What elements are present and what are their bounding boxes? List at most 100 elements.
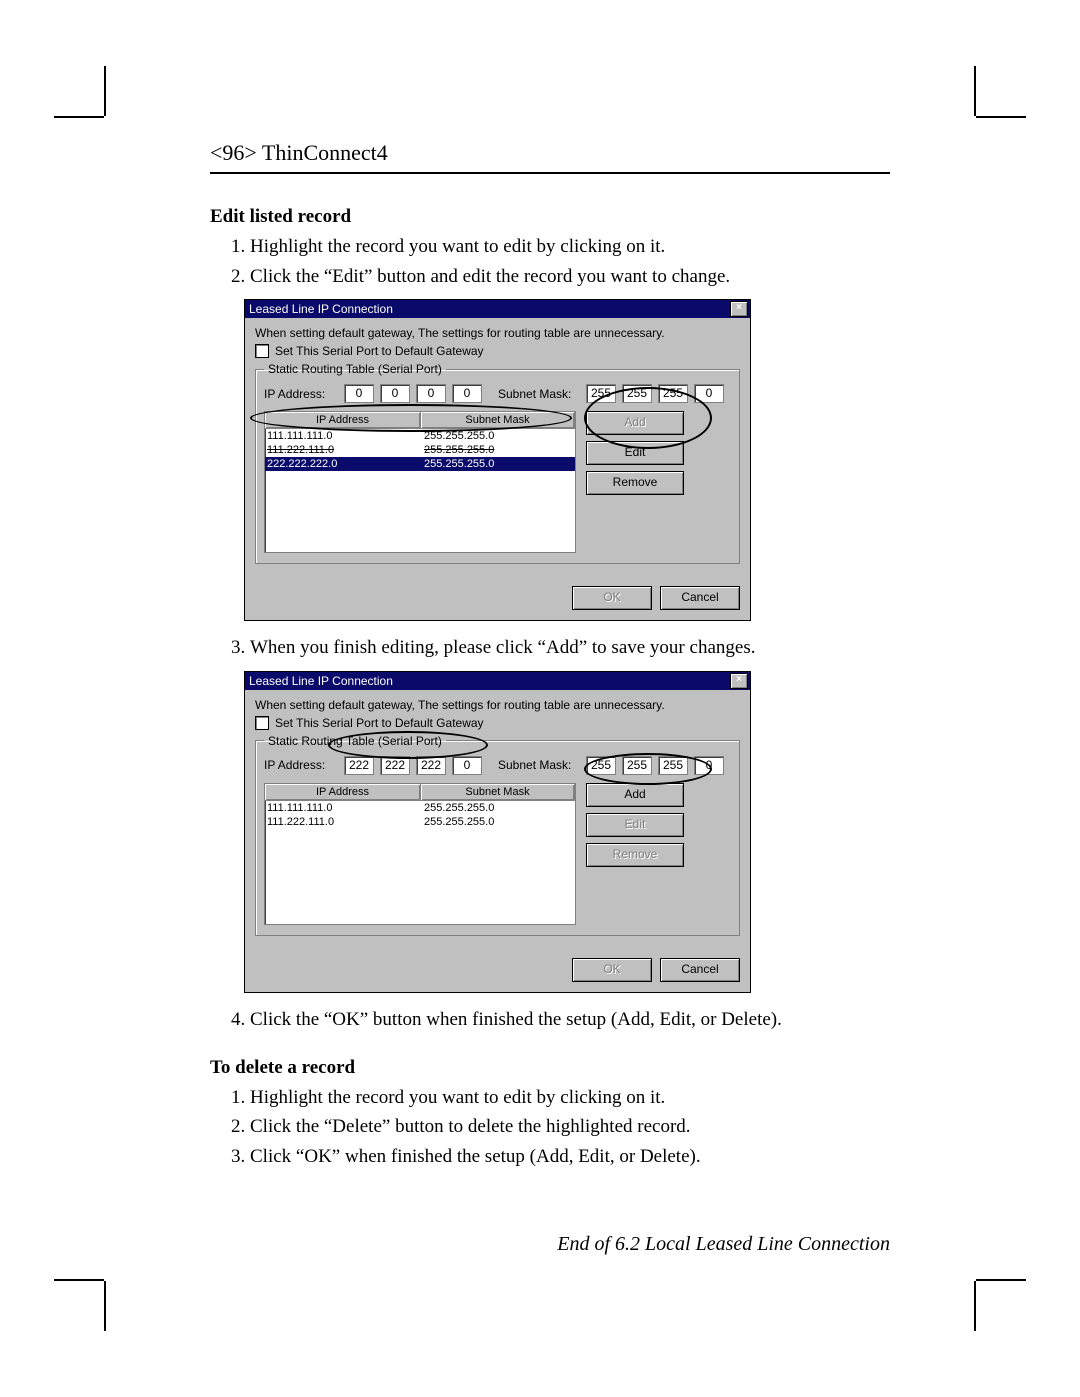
checkbox-label: Set This Serial Port to Default Gateway <box>275 344 484 358</box>
dialog-leased-line-2: Leased Line IP Connection × When setting… <box>244 671 751 993</box>
dialog-footer: OK Cancel <box>245 580 750 620</box>
fieldset-legend: Static Routing Table (Serial Port) <box>264 734 446 748</box>
cancel-button[interactable]: Cancel <box>660 586 740 610</box>
ip-octet-3[interactable]: 0 <box>416 384 446 403</box>
table-row[interactable]: 111.111.111.0 255.255.255.0 <box>265 801 575 815</box>
edit-button[interactable]: Edit <box>586 813 684 837</box>
routing-table-list[interactable]: IP Address Subnet Mask 111.111.111.0 255… <box>264 783 576 925</box>
cell-mask: 255.255.255.0 <box>422 443 575 457</box>
crop-mark <box>976 1279 1026 1281</box>
crop-mark <box>104 66 106 116</box>
screenshot-1: Leased Line IP Connection × When setting… <box>244 299 890 621</box>
ip-octet-3[interactable]: 222 <box>416 756 446 775</box>
dialog-leased-line-1: Leased Line IP Connection × When setting… <box>244 299 751 621</box>
crop-mark <box>104 1281 106 1331</box>
remove-button[interactable]: Remove <box>586 471 684 495</box>
col-mask: Subnet Mask <box>421 412 575 428</box>
checkbox-icon[interactable] <box>255 344 269 358</box>
section-edit-title: Edit listed record <box>210 206 890 228</box>
end-note: End of 6.2 Local Leased Line Connection <box>210 1233 890 1256</box>
cell-ip: 111.111.111.0 <box>265 801 422 815</box>
cell-ip: 222.222.222.0 <box>265 457 422 471</box>
ip-octet-4[interactable]: 0 <box>452 384 482 403</box>
table-row[interactable]: 111.222.111.0 255.255.255.0 <box>265 443 575 457</box>
delete-steps: Highlight the record you want to edit by… <box>210 1085 890 1170</box>
mask-octet-2[interactable]: 255 <box>622 756 652 775</box>
dialog-body: When setting default gateway, The settin… <box>245 690 750 952</box>
cell-mask: 255.255.255.0 <box>422 815 575 829</box>
crop-mark <box>976 116 1026 118</box>
cell-mask: 255.255.255.0 <box>422 801 575 815</box>
crop-mark <box>974 1281 976 1331</box>
list-buttons: Add Edit Remove <box>586 783 684 867</box>
ip-octet-2[interactable]: 222 <box>380 756 410 775</box>
col-mask: Subnet Mask <box>421 784 575 800</box>
default-gateway-checkbox-row[interactable]: Set This Serial Port to Default Gateway <box>255 344 740 358</box>
ip-octet-4[interactable]: 0 <box>452 756 482 775</box>
content-area: <96> ThinConnect4 Edit listed record Hig… <box>210 140 890 1256</box>
screenshot-2: Leased Line IP Connection × When setting… <box>244 671 890 993</box>
crop-mark <box>54 116 104 118</box>
delete-step-2: Click the “Delete” button to delete the … <box>250 1114 890 1140</box>
mask-label: Subnet Mask: <box>498 758 580 772</box>
edit-steps-cont2: Click the “OK” button when finished the … <box>210 1007 890 1033</box>
dialog-titlebar[interactable]: Leased Line IP Connection × <box>245 300 750 318</box>
add-button[interactable]: Add <box>586 783 684 807</box>
add-button[interactable]: Add <box>586 411 684 435</box>
edit-step-1: Highlight the record you want to edit by… <box>250 234 890 260</box>
col-ip: IP Address <box>265 784 421 800</box>
table-row[interactable]: 111.111.111.0 255.255.255.0 <box>265 429 575 443</box>
page: <96> ThinConnect4 Edit listed record Hig… <box>0 0 1080 1397</box>
mask-octet-2[interactable]: 255 <box>622 384 652 403</box>
ip-input-row: IP Address: 0 0 0 0 Subnet Mask: 255 255… <box>264 384 731 403</box>
ip-input-row: IP Address: 222 222 222 0 Subnet Mask: 2… <box>264 756 731 775</box>
ip-label: IP Address: <box>264 387 338 401</box>
dialog-note: When setting default gateway, The settin… <box>255 698 740 712</box>
section-delete-title: To delete a record <box>210 1057 890 1079</box>
checkbox-label: Set This Serial Port to Default Gateway <box>275 716 484 730</box>
edit-button[interactable]: Edit <box>586 441 684 465</box>
list-wrap: IP Address Subnet Mask 111.111.111.0 255… <box>264 783 731 925</box>
list-buttons: Add Edit Remove <box>586 411 684 495</box>
delete-step-1: Highlight the record you want to edit by… <box>250 1085 890 1111</box>
close-icon[interactable]: × <box>730 301 748 317</box>
default-gateway-checkbox-row[interactable]: Set This Serial Port to Default Gateway <box>255 716 740 730</box>
cell-ip: 111.111.111.0 <box>265 429 422 443</box>
mask-octet-1[interactable]: 255 <box>586 384 616 403</box>
list-wrap: IP Address Subnet Mask 111.111.111.0 255… <box>264 411 731 553</box>
remove-button[interactable]: Remove <box>586 843 684 867</box>
mask-octet-4[interactable]: 0 <box>694 384 724 403</box>
cell-ip: 111.222.111.0 <box>265 815 422 829</box>
ip-octet-1[interactable]: 222 <box>344 756 374 775</box>
edit-step-3: When you finish editing, please click “A… <box>250 635 890 661</box>
table-row[interactable]: 111.222.111.0 255.255.255.0 <box>265 815 575 829</box>
table-row[interactable]: 222.222.222.0 255.255.255.0 <box>265 457 575 471</box>
mask-octet-4[interactable]: 0 <box>694 756 724 775</box>
routing-table-fieldset: Static Routing Table (Serial Port) IP Ad… <box>255 362 740 564</box>
mask-octet-3[interactable]: 255 <box>658 384 688 403</box>
ok-button[interactable]: OK <box>572 586 652 610</box>
edit-step-4: Click the “OK” button when finished the … <box>250 1007 890 1033</box>
dialog-titlebar[interactable]: Leased Line IP Connection × <box>245 672 750 690</box>
dialog-title: Leased Line IP Connection <box>249 302 730 316</box>
edit-step-2: Click the “Edit” button and edit the rec… <box>250 264 890 290</box>
crop-mark <box>54 1279 104 1281</box>
routing-table-list[interactable]: IP Address Subnet Mask 111.111.111.0 255… <box>264 411 576 553</box>
fieldset-legend: Static Routing Table (Serial Port) <box>264 362 446 376</box>
checkbox-icon[interactable] <box>255 716 269 730</box>
ip-octet-1[interactable]: 0 <box>344 384 374 403</box>
dialog-title: Leased Line IP Connection <box>249 674 730 688</box>
list-header: IP Address Subnet Mask <box>265 784 575 801</box>
close-icon[interactable]: × <box>730 673 748 689</box>
ip-octet-2[interactable]: 0 <box>380 384 410 403</box>
page-header: <96> ThinConnect4 <box>210 140 890 174</box>
mask-octet-1[interactable]: 255 <box>586 756 616 775</box>
cell-mask: 255.255.255.0 <box>422 429 575 443</box>
dialog-footer: OK Cancel <box>245 952 750 992</box>
mask-octet-3[interactable]: 255 <box>658 756 688 775</box>
cell-ip: 111.222.111.0 <box>265 443 422 457</box>
ok-button[interactable]: OK <box>572 958 652 982</box>
cancel-button[interactable]: Cancel <box>660 958 740 982</box>
list-header: IP Address Subnet Mask <box>265 412 575 429</box>
dialog-note: When setting default gateway, The settin… <box>255 326 740 340</box>
